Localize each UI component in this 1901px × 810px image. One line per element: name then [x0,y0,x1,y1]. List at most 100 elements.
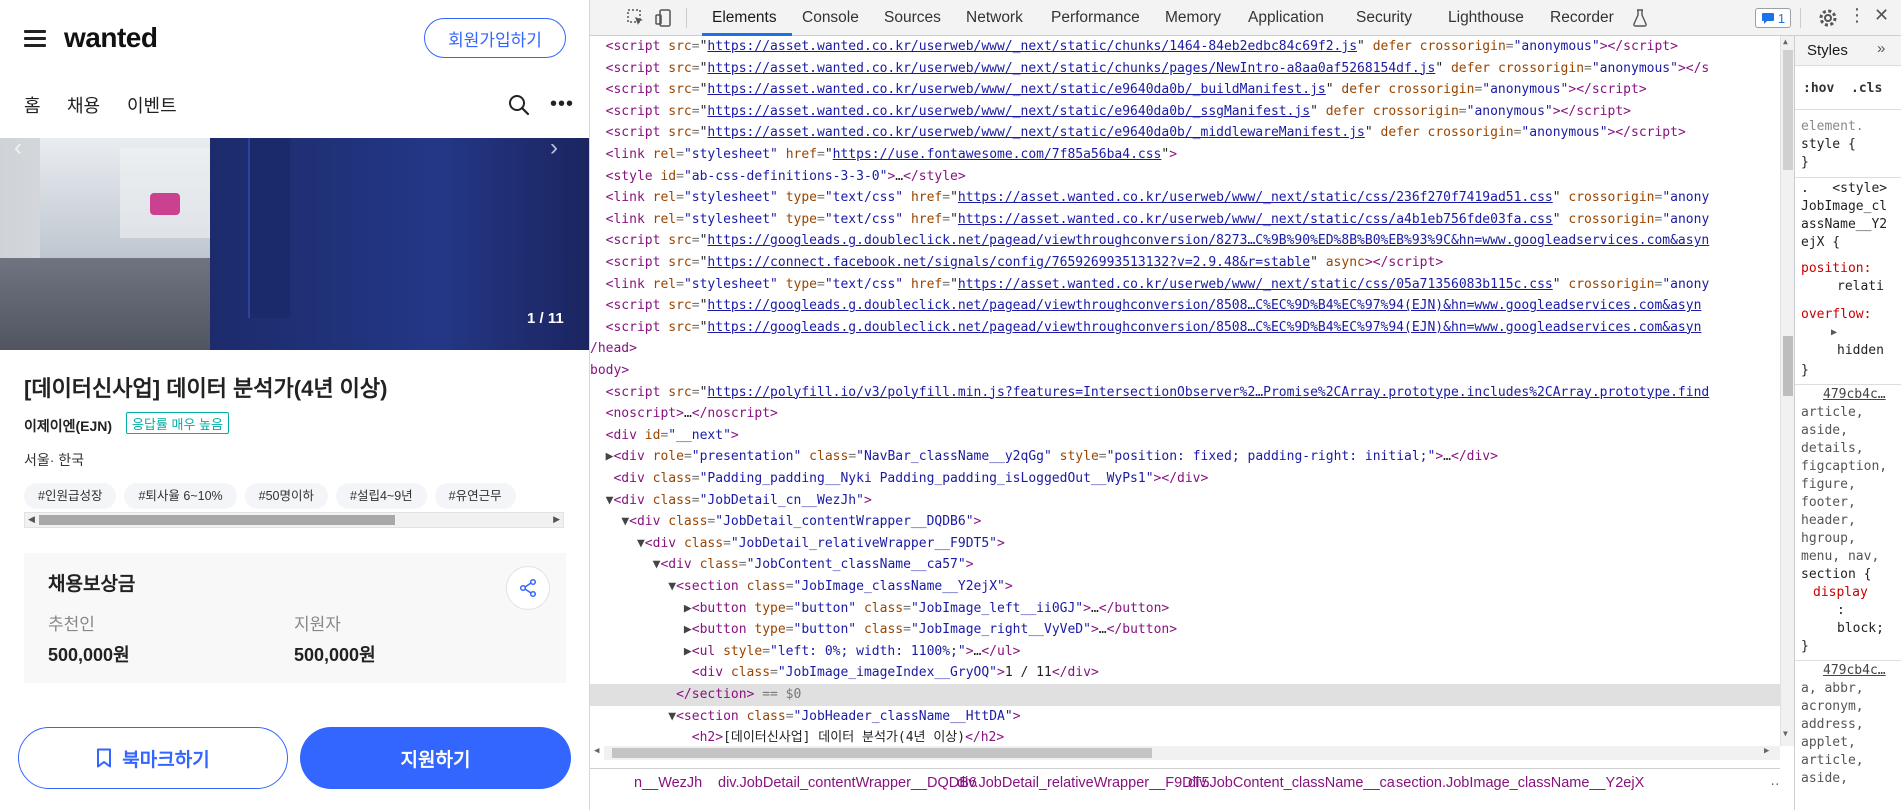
kebab-menu-icon[interactable]: ⋮ [1848,6,1868,26]
bookmark-button[interactable]: 북마크하기 [18,727,288,789]
nav-item-home[interactable]: 홈 [24,92,41,118]
wanted-logo[interactable]: wanted [64,22,158,54]
hamburger-menu-icon[interactable] [24,30,46,47]
dom-line[interactable]: ▼<div class="JobDetail_contentWrapper__D… [590,511,1780,533]
scroll-right-icon[interactable]: ▶ [553,514,560,525]
dom-line[interactable]: ▼<div class="JobDetail_cn__WezJh"> [590,490,1780,512]
dom-line[interactable]: <script src="https://asset.wanted.co.kr/… [590,58,1780,80]
style-value[interactable]: hidden [1837,342,1884,360]
dom-line[interactable]: ▼<div class="JobContent_className__ca57"… [590,554,1780,576]
nav-item-jobs[interactable]: 채용 [67,92,100,118]
dom-vertical-scrollbar[interactable]: ▲ ▼ [1780,36,1794,746]
scroll-down-icon[interactable]: ▼ [1783,729,1788,738]
dom-horizontal-scrollbar[interactable]: ◀ ▶ [594,746,1780,760]
tab-sources[interactable]: Sources [884,9,941,27]
dom-line[interactable]: <link rel="stylesheet" type="text/css" h… [590,274,1780,296]
dom-line[interactable]: <script src="https://connect.facebook.ne… [590,252,1780,274]
dom-line[interactable]: ▼<section class="JobHeader_className__Ht… [590,706,1780,728]
dom-line[interactable]: <script src="https://googleads.g.doublec… [590,230,1780,252]
more-icon[interactable]: … [1770,773,1780,789]
dom-line[interactable]: ▶<ul style="left: 0%; width: 1100%;">…</… [590,641,1780,663]
scroll-left-icon[interactable]: ◀ [594,746,599,756]
dom-line[interactable]: <script src="https://polyfill.io/v3/poly… [590,382,1780,404]
dom-line[interactable]: <div class="JobImage_imageIndex__GryOQ">… [590,662,1780,684]
close-icon[interactable]: ✕ [1874,6,1894,26]
dom-line[interactable]: <script src="https://asset.wanted.co.kr/… [590,36,1780,58]
style-property[interactable]: position: [1801,260,1871,278]
scroll-right-icon[interactable]: ▶ [1764,746,1769,756]
breadcrumb-item-active[interactable]: section.JobImage_className__Y2ejX [1396,775,1645,791]
tab-security[interactable]: Security [1356,9,1412,27]
gear-icon[interactable] [1818,8,1838,28]
tag[interactable]: #인원급성장 [24,483,117,509]
dom-line[interactable]: <div id="__next"> [590,425,1780,447]
cls-toggle[interactable]: .cls [1851,80,1882,98]
hov-toggle[interactable]: :hov [1803,80,1834,98]
tab-network[interactable]: Network [966,9,1023,27]
dom-line[interactable]: <script src="https://asset.wanted.co.kr/… [590,101,1780,123]
dom-line[interactable]: ▶<button type="button" class="JobImage_r… [590,619,1780,641]
dom-line[interactable]: ▶<div role="presentation" class="NavBar_… [590,446,1780,468]
tab-recorder[interactable]: Recorder [1550,9,1614,27]
tab-application[interactable]: Application [1248,9,1324,27]
dom-line[interactable]: <style id="ab-css-definitions-3-3-0">…</… [590,166,1780,188]
tag-scrollbar[interactable]: ◀ ▶ [24,512,564,528]
scroll-up-icon[interactable]: ▲ [1783,37,1788,46]
breadcrumb-item[interactable]: div.JobDetail_contentWrapper__DQDB6 [718,775,977,791]
chevron-double-right-icon[interactable]: » [1877,40,1885,58]
expand-triangle-icon[interactable]: ▶ [1831,324,1837,342]
dom-line[interactable]: <div class="Padding_padding__Nyki Paddin… [590,468,1780,490]
dom-line[interactable]: <noscript>…</noscript> [590,403,1780,425]
dom-tree[interactable]: <script src="https://asset.wanted.co.kr/… [590,36,1780,756]
style-property[interactable]: display [1813,584,1868,602]
signup-button[interactable]: 회원가입하기 [424,18,566,58]
apply-button[interactable]: 지원하기 [300,727,571,789]
tab-performance[interactable]: Performance [1051,9,1140,27]
dom-line[interactable]: <script src="https://asset.wanted.co.kr/… [590,79,1780,101]
dom-line[interactable]: <link rel="stylesheet" type="text/css" h… [590,187,1780,209]
tag[interactable]: #설립4~9년 [336,483,427,509]
share-button[interactable] [506,566,550,610]
style-value[interactable]: block; [1837,620,1884,638]
scroll-left-icon[interactable]: ◀ [28,514,35,525]
breadcrumb-item[interactable]: div.JobDetail_relativeWrapper__F9DT5 [957,775,1210,791]
dom-line[interactable]: body> [590,360,1780,382]
tab-styles[interactable]: Styles [1807,42,1848,60]
dom-line[interactable]: <script src="https://googleads.g.doublec… [590,295,1780,317]
device-toolbar-icon[interactable] [654,8,674,28]
style-value[interactable]: relati [1837,278,1884,296]
tab-memory[interactable]: Memory [1165,9,1221,27]
dom-line[interactable]: /head> [590,338,1780,360]
dom-line[interactable]: <link rel="stylesheet" type="text/css" h… [590,209,1780,231]
style-source-link[interactable]: 479cb4c… [1823,386,1886,404]
tab-lighthouse[interactable]: Lighthouse [1448,9,1524,27]
style-source-link[interactable]: 479cb4c… [1823,662,1886,680]
tag[interactable]: #유연근무 [434,483,516,509]
tag[interactable]: #50명이하 [244,483,329,509]
dom-line[interactable]: ▼<div class="JobDetail_relativeWrapper__… [590,533,1780,555]
style-source-link[interactable]: . <style> [1801,180,1887,198]
tag[interactable]: #퇴사율 6~10% [124,483,237,509]
issues-counter[interactable]: 1 [1755,8,1791,28]
carousel-prev-icon[interactable]: ‹ [14,138,22,162]
dom-line[interactable]: ▼<section class="JobImage_className__Y2e… [590,576,1780,598]
more-icon[interactable]: ••• [550,94,574,114]
tab-elements[interactable]: Elements [712,9,777,27]
breadcrumb-item[interactable]: n__WezJh [634,775,702,791]
company-name[interactable]: 이제이엔(EJN) [24,416,112,436]
dom-line[interactable]: <script src="https://asset.wanted.co.kr/… [590,122,1780,144]
dom-line-selected[interactable]: </section> == $0 [590,684,1780,706]
search-icon[interactable] [508,94,530,116]
dom-line[interactable]: ▶<button type="button" class="JobImage_l… [590,598,1780,620]
dom-line[interactable]: <script src="https://googleads.g.doublec… [590,317,1780,339]
breadcrumb-item[interactable]: div.JobContent_className__ca57 [1188,775,1411,791]
inspect-element-icon[interactable] [626,8,646,28]
carousel-next-icon[interactable]: › [550,138,558,162]
dom-line[interactable]: <link rel="stylesheet" href="https://use… [590,144,1780,166]
job-image-carousel[interactable]: ‹ › 1 / 11 [0,138,589,350]
nav-item-events[interactable]: 이벤트 [127,92,177,118]
style-selector: hgroup, [1801,531,1856,546]
tab-console[interactable]: Console [802,9,859,27]
style-selector: section { [1801,567,1872,582]
style-property[interactable]: overflow: [1801,306,1871,324]
